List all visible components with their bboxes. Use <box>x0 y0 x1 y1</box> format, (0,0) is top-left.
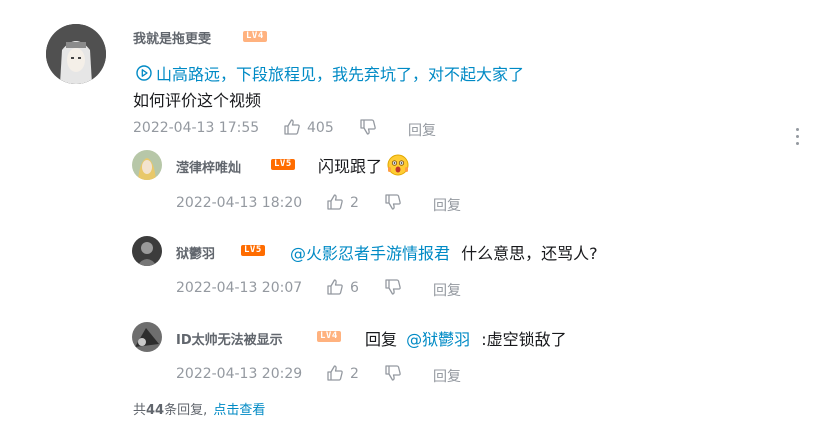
reply-likes: 2 <box>350 195 359 211</box>
level-badge: LV5 <box>241 245 265 256</box>
like-icon[interactable] <box>326 193 344 211</box>
reply-count: 44 <box>146 403 165 418</box>
dislike-icon[interactable] <box>359 118 377 136</box>
main-comment-username[interactable]: 我就是拖更雯 <box>133 28 211 47</box>
reply-text: 闪现跟了 <box>318 157 383 176</box>
reply-username[interactable]: 狱鬱羽 <box>176 243 215 262</box>
reply-avatar[interactable] <box>132 322 162 352</box>
main-comment-time: 2022-04-13 17:55 <box>133 120 260 136</box>
reply-username[interactable]: 滢律梓唯灿 <box>176 157 241 176</box>
reply-content: @火影忍者手游情报君 什么意思，还骂人? <box>290 240 598 264</box>
reply-content: 闪现跟了 <box>318 153 409 177</box>
reply-prefix: 回复 <box>365 330 398 349</box>
user-mention-link[interactable]: @狱鬱羽 <box>406 330 470 349</box>
reply-likes: 2 <box>350 366 359 382</box>
more-options-icon[interactable] <box>796 128 799 149</box>
view-all-replies-link[interactable]: 点击查看 <box>213 403 265 418</box>
dislike-icon[interactable] <box>384 193 402 211</box>
reply-button[interactable]: 回复 <box>408 120 436 140</box>
user-mention-link[interactable]: @火影忍者手游情报君 <box>290 244 450 263</box>
main-comment-content: 如何评价这个视频 <box>133 91 262 110</box>
video-link-label[interactable]: 山高路远，下段旅程见，我先弃坑了，对不起大家了 <box>156 61 524 85</box>
dislike-icon[interactable] <box>384 278 402 296</box>
reply-likes: 6 <box>350 280 359 296</box>
main-comment-likes: 405 <box>307 120 334 136</box>
level-badge: LV4 <box>317 331 341 342</box>
dislike-icon[interactable] <box>384 364 402 382</box>
like-icon[interactable] <box>283 118 301 136</box>
reply-time: 2022-04-13 20:07 <box>176 280 303 296</box>
reply-count-suffix: 条回复, <box>164 403 208 418</box>
like-icon[interactable] <box>326 364 344 382</box>
video-link[interactable]: 山高路远，下段旅程见，我先弃坑了，对不起大家了 <box>136 61 524 85</box>
reply-avatar[interactable] <box>132 150 162 180</box>
reply-username[interactable]: ID太帅无法被显示 <box>176 329 283 348</box>
reply-time: 2022-04-13 18:20 <box>176 195 303 211</box>
reply-text: 什么意思，还骂人? <box>461 244 598 263</box>
reply-content: 回复 @狱鬱羽 :虚空锁敌了 <box>365 326 567 350</box>
level-badge: LV4 <box>243 31 267 42</box>
reply-button[interactable]: 回复 <box>433 195 461 215</box>
shocked-emoji-icon <box>387 154 409 176</box>
reply-time: 2022-04-13 20:29 <box>176 366 303 382</box>
play-circle-icon <box>136 65 152 81</box>
reply-button[interactable]: 回复 <box>433 366 461 386</box>
reply-button[interactable]: 回复 <box>433 280 461 300</box>
like-icon[interactable] <box>326 278 344 296</box>
level-badge: LV5 <box>271 159 295 170</box>
reply-count-prefix: 共 <box>133 403 147 418</box>
reply-text: :虚空锁敌了 <box>481 330 567 349</box>
reply-avatar[interactable] <box>132 236 162 266</box>
main-comment-avatar[interactable] <box>46 24 106 84</box>
reply-count-footer: 共44条回复, 点击查看 <box>133 399 265 418</box>
